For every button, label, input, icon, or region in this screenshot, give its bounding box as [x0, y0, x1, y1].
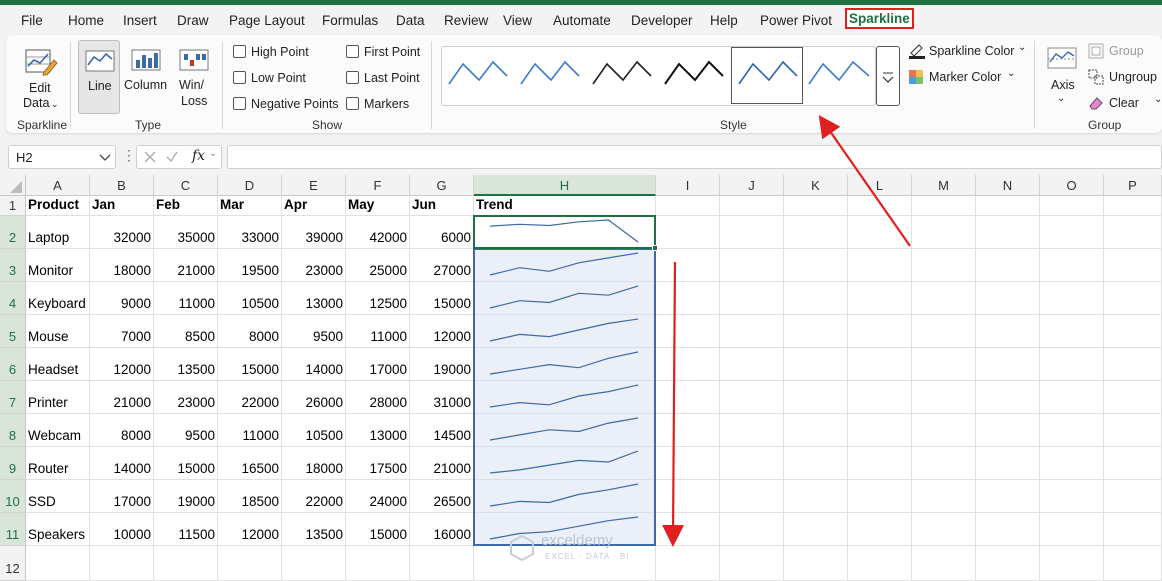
sparkline-webcam[interactable]	[489, 417, 639, 441]
sparkline-layer	[489, 219, 639, 540]
sparkline-mouse[interactable]	[489, 318, 639, 342]
sparkline-keyboard[interactable]	[489, 285, 639, 309]
sparkline-headset[interactable]	[489, 351, 639, 375]
watermark-tagline: EXCEL · DATA · BI	[545, 552, 630, 561]
exceldemy-logo-icon	[510, 534, 534, 562]
sparkline-router[interactable]	[489, 450, 639, 474]
sparkline-ssd[interactable]	[489, 483, 639, 507]
sparkline-laptop[interactable]	[489, 219, 639, 243]
sparkline-monitor[interactable]	[489, 252, 639, 276]
sparkline-printer[interactable]	[489, 384, 639, 408]
watermark-name: exceldemy	[541, 532, 613, 549]
